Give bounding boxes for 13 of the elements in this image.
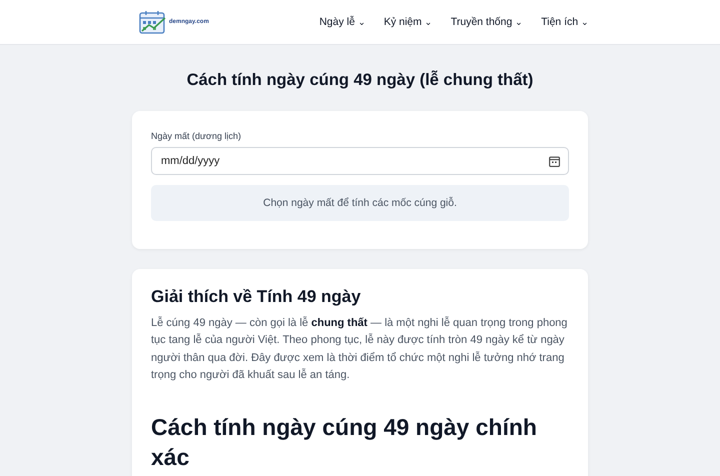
nav-menu-item[interactable]: Truyền thống ⌄ <box>450 16 524 28</box>
calendar-chart-logo-icon <box>139 10 167 34</box>
nav-menu-item[interactable]: Tiện ích ⌄ <box>541 16 589 28</box>
nav-menu-item[interactable]: Ngày lễ ⌄ <box>319 16 366 28</box>
calendar-icon[interactable] <box>549 156 560 167</box>
section-heading: Cách tính ngày cúng 49 ngày chính xác <box>151 413 538 472</box>
date-input-field[interactable]: mm/dd/yyyy <box>151 147 569 175</box>
field-label: Ngày mất (dương lịch) <box>151 131 242 141</box>
result-placeholder-message: Chọn ngày mất để tính các mốc cúng giỗ. <box>151 185 569 221</box>
page-title: Cách tính ngày cúng 49 ngày (lễ chung thất) <box>186 71 534 90</box>
article-paragraph: Lễ cúng 49 ngày — còn gọi là lễ chung thất — là một nghi lễ quan trọng trong phong tục tang lễ của người Việt. Theo phong tục, lễ này được tính tròn 49 ngày kể từ ngày người thân qua đời. Đây được xem là thời điểm tổ chức một nghi lễ tưởng nhớ trang trọng cho người đã khuất sau lễ an táng. <box>151 316 568 383</box>
section-heading: Giải thích về Tính 49 ngày <box>151 287 362 307</box>
nav-menu-item[interactable]: Kỷ niệm ⌄ <box>384 16 433 28</box>
